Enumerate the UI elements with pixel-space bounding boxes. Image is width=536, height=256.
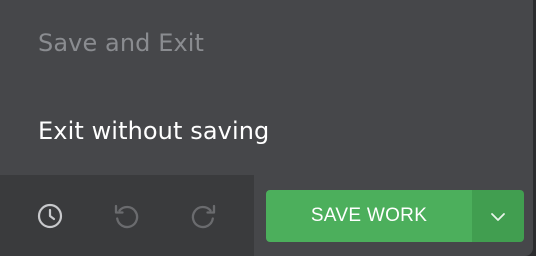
save-button-group: SAVE WORK — [266, 190, 524, 242]
menu-item-exit-without-saving[interactable]: Exit without saving — [38, 119, 269, 143]
save-menu: Save and Exit Exit without saving SAVE W… — [0, 0, 533, 256]
undo-icon — [111, 201, 141, 231]
save-options-dropdown[interactable] — [472, 190, 524, 242]
redo-button[interactable] — [189, 201, 219, 231]
menu-item-save-and-exit: Save and Exit — [38, 29, 205, 57]
chevron-down-icon — [490, 207, 506, 226]
clock-icon — [36, 202, 64, 230]
history-button[interactable] — [35, 201, 65, 231]
redo-icon — [189, 201, 219, 231]
undo-button[interactable] — [111, 201, 141, 231]
save-work-button[interactable]: SAVE WORK — [266, 190, 472, 242]
